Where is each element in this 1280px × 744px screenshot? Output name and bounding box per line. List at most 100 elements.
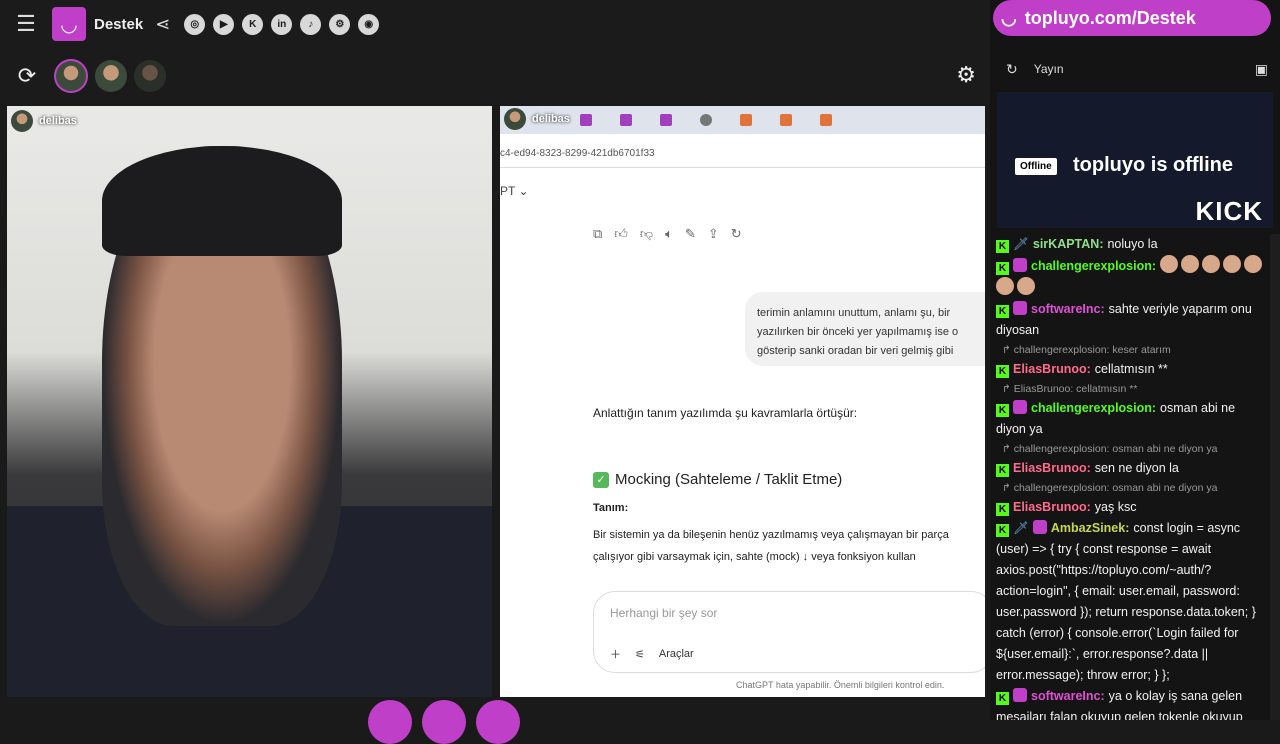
thumbs-up-icon[interactable]: 👍︎ <box>614 226 628 242</box>
chat-username[interactable]: EliasBrunoo: <box>1013 500 1091 514</box>
offline-badge: Offline <box>1015 158 1057 175</box>
kick-icon[interactable]: K <box>242 13 264 35</box>
browser-tab-icon[interactable] <box>740 114 752 126</box>
browser-tab-icon[interactable] <box>820 114 832 126</box>
camera-button[interactable] <box>368 700 412 744</box>
refresh-icon[interactable]: ↻ <box>1006 61 1018 78</box>
chat-message: K 🗡 sirKAPTAN: noluyo la <box>996 234 1266 255</box>
model-selector[interactable]: PT ⌄ <box>500 168 985 198</box>
chat-username[interactable]: softwareInc: <box>1031 689 1105 703</box>
chat-message: KsoftwareInc: ya o kolay iş sana gelen me… <box>996 686 1266 720</box>
thumbs-down-icon[interactable]: 👎︎ <box>640 226 653 242</box>
avatar <box>11 110 33 132</box>
github-icon[interactable]: ◉ <box>358 13 380 35</box>
subscriber-badge-icon <box>1013 258 1027 272</box>
regenerate-icon[interactable]: ↻ <box>731 226 742 242</box>
sword-badge-icon: 🗡 <box>1013 521 1029 535</box>
emote-icon <box>1181 255 1200 273</box>
chat-username[interactable]: challengerexplosion: <box>1031 259 1156 273</box>
chat-username[interactable]: sirKAPTAN: <box>1033 237 1104 251</box>
avatar[interactable] <box>134 60 166 92</box>
kick-badge-icon: K <box>996 240 1009 253</box>
chat-username[interactable]: softwareInc: <box>1031 302 1105 316</box>
instagram-icon[interactable]: ◎ <box>184 13 206 35</box>
chat-scrollbar[interactable] <box>1270 234 1280 720</box>
model-selector-label: PT <box>500 184 516 198</box>
message-actions: ⧉ 👍︎ 👎︎ 🔈︎ ✎ ⇪ ↻ <box>593 226 742 242</box>
browser-tab-strip <box>500 106 985 134</box>
emote-icon <box>1160 255 1179 273</box>
linkedin-icon[interactable]: in <box>271 13 293 35</box>
webcam-stream[interactable]: delibas <box>7 106 492 720</box>
copy-icon[interactable]: ⧉ <box>593 226 602 242</box>
definition-label: Tanım: <box>593 502 629 514</box>
offline-card[interactable]: Offline topluyo is offline KICK <box>997 92 1273 228</box>
kick-badge-icon: K <box>996 503 1009 516</box>
chat-username[interactable]: EliasBrunoo: <box>1013 362 1091 376</box>
browser-tab-icon[interactable] <box>660 114 672 126</box>
stream-username: delibas <box>39 115 77 127</box>
tools-label[interactable]: Araçlar <box>659 648 694 660</box>
speaker-icon[interactable]: 🔈︎ <box>665 226 673 242</box>
tiktok-icon[interactable]: ♪ <box>300 13 322 35</box>
steam-icon[interactable]: ⚙ <box>329 13 351 35</box>
disclaimer: ChatGPT hata yapabilir. Önemli bilgileri… <box>736 680 945 690</box>
screenshare-button[interactable] <box>476 700 520 744</box>
assistant-heading: ✓ Mocking (Sahteleme / Taklit Etme) <box>593 471 842 488</box>
definition-line: Bir sistemin ya da bileşenin henüz yazıl… <box>593 529 949 541</box>
user-message-bubble: terimin anlamını unuttum, anlamı şu, bir… <box>745 292 985 366</box>
emote-icon <box>1202 255 1221 273</box>
mic-button[interactable] <box>422 700 466 744</box>
browser-tab-icon[interactable] <box>580 114 592 126</box>
stream-username: delibas <box>532 113 570 125</box>
prompt-input[interactable]: Herhangi bir şey sor ＋ ⚟ Araçlar <box>593 591 985 673</box>
browser-tab-icon[interactable] <box>780 114 792 126</box>
heading-text: Mocking (Sahteleme / Taklit Etme) <box>615 471 843 488</box>
chat-reply-context: ↱ EliasBrunoo: cellatmısın ** <box>1002 383 1138 395</box>
offline-text: topluyo is offline <box>1073 154 1233 176</box>
chat-reply-context: ↱ challengerexplosion: osman abi ne diyo… <box>1002 482 1218 494</box>
tools-icon[interactable]: ⚟ <box>635 648 645 661</box>
stream-header: ↻ Yayın ▣ <box>990 52 1280 86</box>
subscriber-badge-icon <box>1013 400 1027 414</box>
avatar[interactable] <box>95 60 127 92</box>
chat-username[interactable]: AmbazSinek: <box>1051 521 1130 535</box>
webcam-person-hair <box>102 146 342 256</box>
sword-badge-icon: 🗡 <box>1013 237 1029 251</box>
stream-header-label: Yayın <box>1033 62 1064 76</box>
chat-message: K EliasBrunoo: sen ne diyon la <box>996 458 1266 479</box>
plus-icon[interactable]: ＋ <box>610 646 621 662</box>
swap-icon[interactable]: ⟳ <box>0 63 54 89</box>
chat-text: cellatmısın ** <box>1094 362 1168 376</box>
menu-icon[interactable]: ☰ <box>0 0 52 48</box>
browser-tab-icon[interactable] <box>700 114 712 126</box>
emote-icon <box>996 277 1014 295</box>
prompt-tools: ＋ ⚟ Araçlar <box>610 646 694 662</box>
browser-tab-icon[interactable] <box>620 114 632 126</box>
emote-icon <box>1223 255 1242 273</box>
chat-text: yaş ksc <box>1094 500 1137 514</box>
avatar <box>504 108 526 130</box>
gear-icon[interactable]: ⚙ <box>956 62 976 88</box>
avatar[interactable] <box>54 59 88 93</box>
assistant-intro: Anlattığın tanım yazılımda şu kavramlarl… <box>593 406 858 420</box>
share-icon[interactable]: ⇪ <box>708 226 719 242</box>
kick-logo: KICK <box>1195 196 1263 226</box>
stream-user-tag: delibas <box>504 108 570 130</box>
edit-icon[interactable]: ✎ <box>685 226 696 242</box>
chat-message: KsoftwareInc: sahte veriyle yaparım onu d… <box>996 299 1266 341</box>
promo-banner[interactable]: ◡ topluyo.com/Destek <box>993 0 1271 36</box>
browser-url[interactable]: c4-ed94-8323-8299-421db6701f33 <box>500 134 985 168</box>
share-icon[interactable]: ⋖ <box>155 14 170 35</box>
chat-reply-context: ↱ challengerexplosion: osman abi ne diyo… <box>1002 443 1218 455</box>
chat-username[interactable]: EliasBrunoo: <box>1013 461 1091 475</box>
youtube-icon[interactable]: ▶ <box>213 13 235 35</box>
chat-message: K EliasBrunoo: yaş ksc <box>996 497 1266 518</box>
brand-logo[interactable]: ◡ <box>52 7 86 41</box>
expand-icon[interactable]: ▣ <box>1255 61 1268 78</box>
screenshare-stream[interactable]: delibas c4-ed94-8323-8299-421db6701f33 P… <box>500 106 985 697</box>
emote-icon <box>1017 277 1035 295</box>
prompt-placeholder: Herhangi bir şey sor <box>610 606 718 620</box>
kick-badge-icon: K <box>996 464 1009 477</box>
chat-username[interactable]: challengerexplosion: <box>1031 401 1156 415</box>
